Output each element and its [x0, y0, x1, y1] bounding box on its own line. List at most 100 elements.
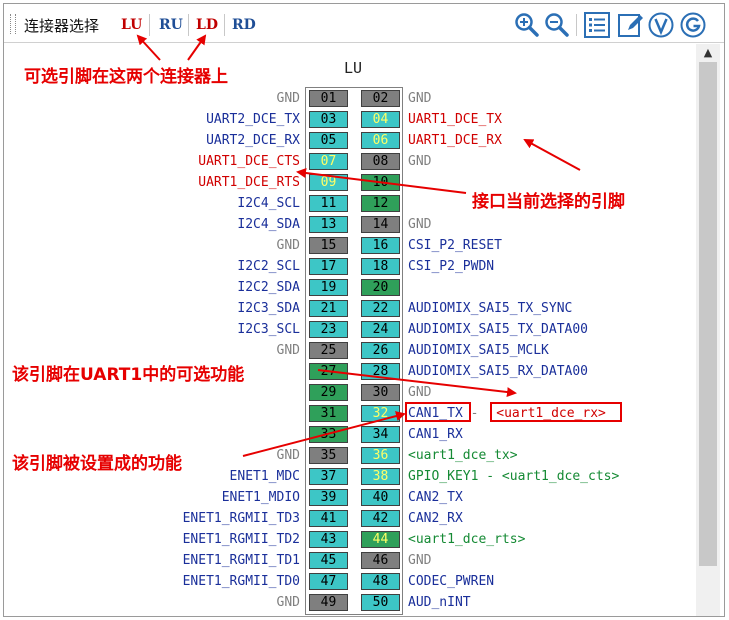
pin-label-right: CAN1_RX [408, 426, 463, 443]
pin-label-left: I2C4_SDA [237, 217, 300, 232]
pin-label-right: AUDIOMIX_SAI5_TX_DATA00 [408, 321, 588, 338]
pin-function-name: CODEC_PWREN [408, 574, 495, 589]
pin-27[interactable]: 27 [309, 363, 348, 380]
pin-26[interactable]: 26 [361, 342, 400, 359]
edit-icon[interactable] [618, 12, 644, 38]
pin-29[interactable]: 29 [309, 384, 348, 401]
connector-rd-button[interactable]: RD [232, 17, 256, 33]
pin-label-left: ENET1_RGMII_TD1 [182, 553, 300, 568]
pin-06[interactable]: 06 [361, 132, 400, 149]
pin-25[interactable]: 25 [309, 342, 348, 359]
pin-12[interactable]: 12 [361, 195, 400, 212]
zoom-out-icon[interactable] [544, 12, 570, 38]
pin-05[interactable]: 05 [309, 132, 348, 149]
pin-label-right: GND [408, 90, 431, 107]
pin-20[interactable]: 20 [361, 279, 400, 296]
pin-03[interactable]: 03 [309, 111, 348, 128]
pin-04[interactable]: 04 [361, 111, 400, 128]
vertical-scrollbar[interactable]: ▲ [696, 44, 720, 616]
pin-38[interactable]: 38 [361, 468, 400, 485]
pin-32[interactable]: 32 [361, 405, 400, 422]
pin-34[interactable]: 34 [361, 426, 400, 443]
pin-02[interactable]: 02 [361, 90, 400, 107]
pin-label-right: GND [408, 384, 431, 401]
pin-function-name: <uart1_dce_rts> [408, 532, 526, 547]
pin-21[interactable]: 21 [309, 300, 348, 317]
pin-22[interactable]: 22 [361, 300, 400, 317]
pin-47[interactable]: 47 [309, 573, 348, 590]
pin-label-right: AUDIOMIX_SAI5_RX_DATA00 [408, 363, 588, 380]
pin-01[interactable]: 01 [309, 90, 348, 107]
pin-33[interactable]: 33 [309, 426, 348, 443]
pin-41[interactable]: 41 [309, 510, 348, 527]
pin-18[interactable]: 18 [361, 258, 400, 275]
uart1-option-highlight-box [405, 402, 471, 422]
pin-39[interactable]: 39 [309, 489, 348, 506]
pin-15[interactable]: 15 [309, 237, 348, 254]
pin-function-name: CSI_P2_PWDN [408, 259, 495, 274]
pin-40[interactable]: 40 [361, 489, 400, 506]
separator [188, 14, 189, 36]
pin-label-right: CAN2_RX [408, 510, 463, 527]
pin-function-name: AUDIOMIX_SAI5_TX_DATA00 [408, 322, 589, 337]
connector-ld-button[interactable]: LD [196, 17, 218, 33]
pin-08[interactable]: 08 [361, 153, 400, 170]
pin-label-left: UART2_DCE_TX [206, 112, 300, 127]
connector-select-label: 连接器选择 [24, 17, 100, 35]
toolbar-grip[interactable] [10, 14, 16, 34]
pin-24[interactable]: 24 [361, 321, 400, 338]
pin-16[interactable]: 16 [361, 237, 400, 254]
pin-28[interactable]: 28 [361, 363, 400, 380]
pin-label-left: I2C4_SCL [237, 196, 300, 211]
pin-46[interactable]: 46 [361, 552, 400, 569]
pin-10[interactable]: 10 [361, 174, 400, 191]
pin-48[interactable]: 48 [361, 573, 400, 590]
pin-label-left: ENET1_RGMII_TD3 [182, 511, 300, 526]
g-circle-icon[interactable] [680, 12, 706, 38]
pin-11[interactable]: 11 [309, 195, 348, 212]
pin-23[interactable]: 23 [309, 321, 348, 338]
pin-36[interactable]: 36 [361, 447, 400, 464]
pin-function-name: <uart1_dce_tx> [408, 448, 518, 463]
pin-43[interactable]: 43 [309, 531, 348, 548]
pin-label-right: GND [408, 552, 431, 569]
annotation-current-pin: 接口当前选择的引脚 [472, 192, 625, 212]
connector-ru-button[interactable]: RU [159, 17, 183, 33]
pin-49[interactable]: 49 [309, 594, 348, 611]
pin-14[interactable]: 14 [361, 216, 400, 233]
pin-19[interactable]: 19 [309, 279, 348, 296]
scrollbar-thumb[interactable] [699, 62, 717, 566]
pin-label-right: UART1_DCE_TX [408, 111, 502, 128]
connector-title: LU [344, 59, 363, 77]
pin-13[interactable]: 13 [309, 216, 348, 233]
pin-07[interactable]: 07 [309, 153, 348, 170]
pin-37[interactable]: 37 [309, 468, 348, 485]
pin-42[interactable]: 42 [361, 510, 400, 527]
pin-17[interactable]: 17 [309, 258, 348, 275]
pin-31[interactable]: 31 [309, 405, 348, 422]
pin-50[interactable]: 50 [361, 594, 400, 611]
separator [576, 14, 577, 36]
pin-function-name: GND [408, 154, 432, 169]
annotation-selectable-connectors: 可选引脚在这两个连接器上 [24, 67, 228, 87]
list-icon[interactable] [584, 12, 610, 38]
pin-label-right: AUDIOMIX_SAI5_TX_SYNC [408, 300, 572, 317]
toolbar: 连接器选择 LU RU LD RD [4, 4, 724, 43]
connector-lu-button[interactable]: LU [121, 17, 142, 33]
scroll-up-icon[interactable]: ▲ [696, 44, 720, 62]
zoom-in-icon[interactable] [514, 12, 540, 38]
pin-35[interactable]: 35 [309, 447, 348, 464]
pin-30[interactable]: 30 [361, 384, 400, 401]
pin-label-right: <uart1_dce_rts> [408, 531, 525, 548]
pin-44[interactable]: 44 [361, 531, 400, 548]
pin-label-left: I2C3_SDA [237, 301, 300, 316]
pin-label-left: GND [276, 343, 300, 358]
pin-45[interactable]: 45 [309, 552, 348, 569]
pin-09[interactable]: 09 [309, 174, 348, 191]
pin-function-name: CSI_P2_RESET [408, 238, 502, 253]
pin-label-right: CSI_P2_PWDN [408, 258, 494, 275]
pin-function-name: CAN2_RX [408, 511, 463, 526]
v-circle-icon[interactable] [648, 12, 674, 38]
pin-label-left: ENET1_RGMII_TD2 [182, 532, 300, 547]
pin-label-right: CAN2_TX [408, 489, 463, 506]
